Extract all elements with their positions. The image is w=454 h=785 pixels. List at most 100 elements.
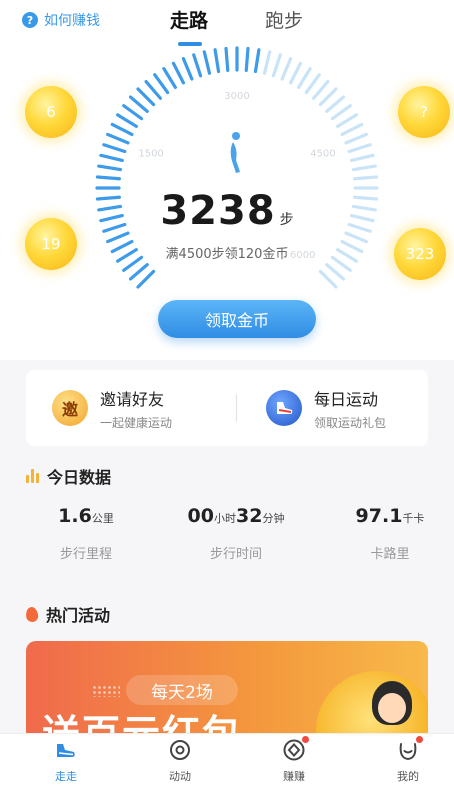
mine-notification-dot xyxy=(416,736,423,743)
step-count-value: 3238 xyxy=(160,188,276,234)
banner-pill: 每天2场 xyxy=(126,675,238,705)
hot-activities-heading: 热门活动 xyxy=(25,602,111,626)
gauge-tick xyxy=(153,73,170,95)
daily-exercise-card[interactable]: 每日运动 领取运动礼包 xyxy=(266,370,386,446)
coin-bubble-3[interactable]: ? xyxy=(398,86,450,138)
gauge-tick xyxy=(312,79,330,100)
gauge-tick xyxy=(136,87,156,107)
tabbar-earn[interactable]: 赚赚 xyxy=(264,736,324,784)
stat-calories-label: 卡路里 xyxy=(370,547,410,562)
tabbar-move-label: 动动 xyxy=(169,770,191,783)
gauge-tick xyxy=(347,143,372,154)
gauge-tick xyxy=(344,231,368,244)
gauge-tick xyxy=(304,73,321,95)
coin-bubble-4[interactable]: 323 xyxy=(394,228,446,280)
stat-time-minutes: 32 xyxy=(236,505,263,527)
gauge-tick xyxy=(244,46,250,72)
gauge-tick xyxy=(192,53,203,78)
coin-bubble-1[interactable]: 6 xyxy=(25,86,77,138)
hot-activities-title: 热门活动 xyxy=(46,606,111,625)
invite-friends-card[interactable]: 邀 邀请好友 一起健康运动 xyxy=(52,370,172,446)
stat-distance-value: 1.6 xyxy=(58,505,92,527)
gauge-tick xyxy=(144,79,162,100)
gauge-tick xyxy=(340,122,364,137)
bottom-tab-bar: 走走 动动 赚赚 我的 xyxy=(0,733,454,785)
gauge-tick xyxy=(262,50,272,75)
invite-badge-icon: 邀 xyxy=(52,390,88,426)
gauge-tick xyxy=(253,48,261,74)
gauge-tick xyxy=(97,164,123,172)
gauge-tick xyxy=(116,113,138,128)
gauge-tick xyxy=(122,104,144,121)
shoe-icon xyxy=(54,738,78,762)
bar-chart-icon xyxy=(26,469,39,483)
ring-icon xyxy=(168,738,192,762)
today-data-title: 今日数据 xyxy=(47,468,112,487)
today-stats: 1.6公里 步行里程 00小时32分钟 步行时间 97.1千卡 卡路里 xyxy=(0,505,454,575)
gauge-tick xyxy=(213,48,221,74)
gauge-tick xyxy=(162,67,177,89)
gauge-tick xyxy=(202,50,212,75)
stat-calories: 97.1千卡 卡路里 xyxy=(320,505,454,562)
tabbar-walk-label: 走走 xyxy=(55,770,77,783)
daily-exercise-subtitle: 领取运动礼包 xyxy=(314,415,387,430)
coin-bubble-2[interactable]: 19 xyxy=(25,218,77,270)
gauge-tick xyxy=(330,104,352,121)
gauge-tick xyxy=(110,122,134,137)
walking-panel: ? 如何赚钱 走路 跑步 1 1500 3000 4500 6000 3238 步 满45… xyxy=(0,0,454,360)
stat-time-hours: 00 xyxy=(187,505,214,527)
gauge-tick xyxy=(171,61,186,85)
banner-person-face xyxy=(378,693,406,723)
gauge-tick-label: 4500 xyxy=(310,148,335,159)
gauge-tick xyxy=(351,164,377,172)
tabbar-move[interactable]: 动动 xyxy=(150,738,210,784)
earn-notification-dot xyxy=(302,736,309,743)
stat-time-label: 步行时间 xyxy=(209,547,262,562)
tabbar-mine-label: 我的 xyxy=(397,770,419,783)
fire-icon xyxy=(25,605,39,623)
gauge-tick xyxy=(128,95,149,113)
gauge-tick xyxy=(325,95,346,113)
gauge-tick xyxy=(102,143,127,154)
claim-coins-button[interactable]: 领取金币 xyxy=(158,300,316,338)
gauge-tick xyxy=(288,61,303,85)
gauge-tick xyxy=(136,269,156,289)
gauge-tick-label: 1500 xyxy=(138,148,163,159)
stat-time: 00小时32分钟 步行时间 xyxy=(166,505,306,562)
gauge-tick xyxy=(181,57,194,81)
today-data-heading: 今日数据 xyxy=(26,464,111,488)
gauge-tick xyxy=(280,57,293,81)
gauge-tick xyxy=(344,132,368,145)
gauge-tick xyxy=(336,113,358,128)
gauge-tick xyxy=(353,175,379,181)
stat-time-minutes-unit: 分钟 xyxy=(262,512,285,525)
invite-friends-subtitle: 一起健康运动 xyxy=(100,415,173,430)
tabbar-earn-label: 赚赚 xyxy=(283,770,305,783)
tabbar-mine[interactable]: 我的 xyxy=(378,736,438,784)
stat-distance-label: 步行里程 xyxy=(59,547,112,562)
daily-exercise-title: 每日运动 xyxy=(314,389,379,409)
stat-calories-unit: 千卡 xyxy=(402,512,425,525)
stat-distance-unit: 公里 xyxy=(91,512,114,525)
card-divider xyxy=(236,394,237,422)
gauge-tick xyxy=(106,132,130,145)
stat-time-hours-unit: 小时 xyxy=(214,512,236,525)
tabbar-walk[interactable]: 走走 xyxy=(36,738,96,784)
gauge-tick xyxy=(318,269,338,289)
stat-calories-value: 97.1 xyxy=(355,505,403,527)
invite-friends-title: 邀请好友 xyxy=(100,389,165,409)
gauge-tick xyxy=(95,175,121,181)
gauge-tick xyxy=(99,153,124,163)
gauge-tick xyxy=(350,153,375,163)
profile-icon xyxy=(396,736,423,762)
diamond-coin-icon xyxy=(282,736,309,762)
gauge-tick xyxy=(128,263,149,281)
step-count-unit: 步 xyxy=(279,212,294,228)
gauge-tick xyxy=(325,263,346,281)
stat-distance: 1.6公里 步行里程 xyxy=(16,505,156,562)
gauge-tick xyxy=(318,87,338,107)
gauge-tick xyxy=(106,231,130,244)
gauge-tick xyxy=(271,53,282,78)
gauge-tick xyxy=(224,46,230,72)
promo-cards: 邀 邀请好友 一起健康运动 每日运动 领取运动礼包 xyxy=(26,370,428,446)
